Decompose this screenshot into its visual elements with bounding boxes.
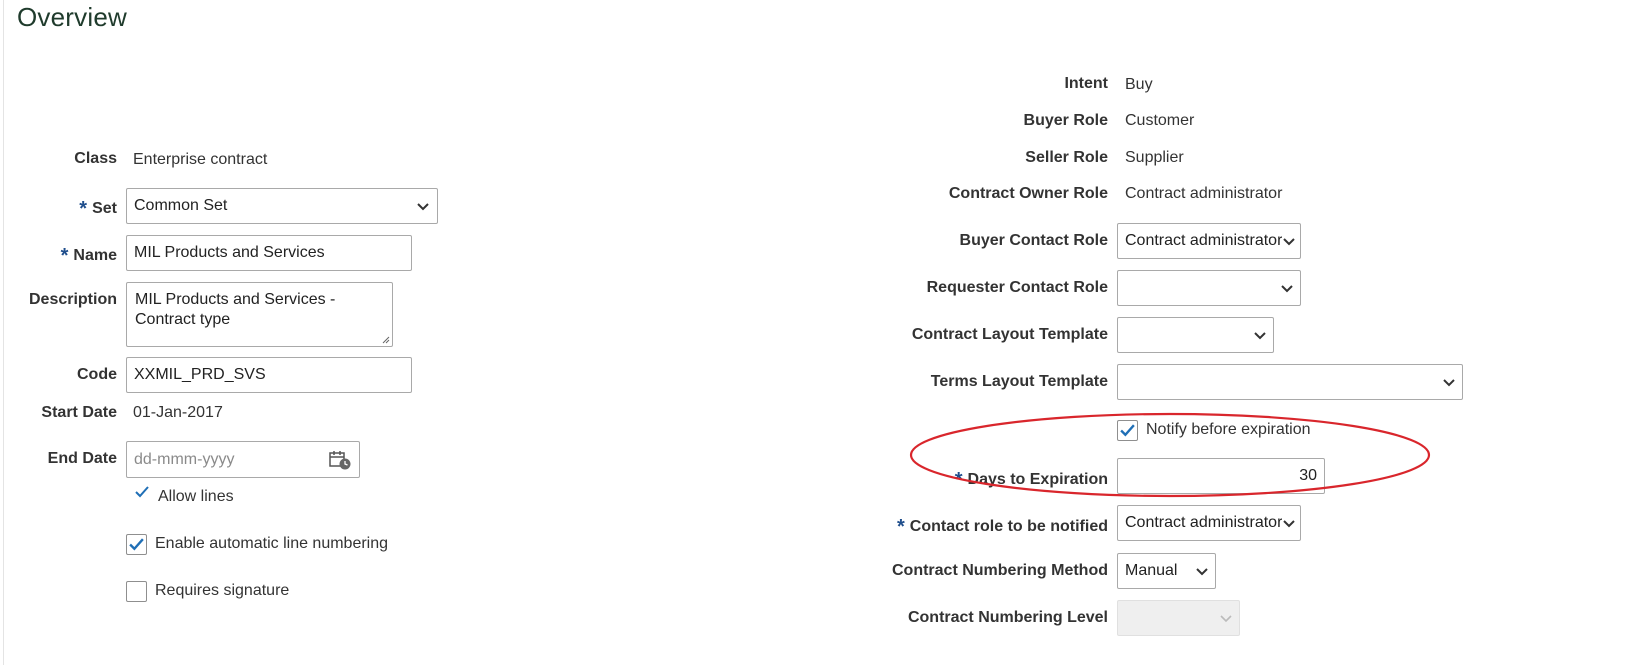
code-label: Code	[77, 366, 117, 383]
set-select[interactable]: Common Set	[126, 188, 438, 224]
contract-layout-template-label: Contract Layout Template	[911, 326, 1108, 343]
checkmark-icon	[129, 538, 144, 551]
description-label: Description	[28, 291, 117, 308]
buyer-contact-role-label: Buyer Contact Role	[959, 232, 1108, 249]
seller-role-label: Seller Role	[1025, 149, 1108, 166]
chevron-down-icon	[1282, 234, 1296, 248]
terms-layout-template-select[interactable]	[1117, 364, 1463, 400]
chevron-down-icon	[1253, 328, 1267, 342]
checkmark-icon	[134, 484, 150, 505]
requester-contact-role-label: Requester Contact Role	[926, 279, 1108, 296]
buyer-role-label: Buyer Role	[1023, 112, 1108, 129]
days-to-expiration-input[interactable]: 30	[1117, 458, 1325, 494]
end-date-label: End Date	[47, 450, 117, 467]
class-value: Enterprise contract	[133, 151, 268, 168]
notify-before-expiration-checkbox[interactable]	[1117, 420, 1138, 441]
name-label: * Name	[60, 245, 117, 267]
chevron-down-icon	[1219, 611, 1233, 625]
chevron-down-icon	[1442, 375, 1456, 389]
chevron-down-icon	[1195, 564, 1209, 578]
description-text: MIL Products and Services - Contract typ…	[135, 291, 336, 328]
checkmark-icon	[1120, 424, 1135, 437]
chevron-down-icon	[1280, 281, 1294, 295]
intent-value: Buy	[1125, 76, 1153, 93]
set-select-value: Common Set	[134, 197, 228, 214]
contract-owner-role-label: Contract Owner Role	[948, 185, 1108, 202]
buyer-contact-role-select[interactable]: Contract administrator	[1117, 223, 1301, 259]
calendar-icon[interactable]	[328, 449, 352, 471]
requires-signature-label: Requires signature	[155, 582, 290, 599]
requires-signature-checkbox[interactable]	[126, 581, 147, 602]
end-date-input[interactable]: dd-mmm-yyyy	[126, 441, 360, 478]
contact-role-notified-select[interactable]: Contract administrator	[1117, 505, 1301, 541]
numbering-level-label: Contract Numbering Level	[907, 609, 1108, 626]
numbering-method-label: Contract Numbering Method	[892, 562, 1108, 579]
chevron-down-icon	[1282, 516, 1296, 530]
allow-lines-label: Allow lines	[158, 488, 234, 505]
contact-role-notified-label: * Contact role to be notified	[896, 516, 1108, 538]
code-input[interactable]: XXMIL_PRD_SVS	[126, 357, 412, 393]
contract-owner-role-value: Contract administrator	[1125, 185, 1283, 202]
set-label: * Set	[79, 198, 117, 220]
name-input[interactable]: MIL Products and Services	[126, 235, 412, 271]
buyer-contact-role-value: Contract administrator	[1125, 232, 1282, 249]
numbering-method-select[interactable]: Manual	[1117, 553, 1216, 589]
numbering-method-value: Manual	[1125, 562, 1178, 579]
class-label: Class	[74, 150, 117, 167]
left-border	[3, 0, 4, 665]
notify-before-expiration-label: Notify before expiration	[1146, 421, 1311, 438]
contact-role-notified-value: Contract administrator	[1125, 514, 1282, 531]
auto-line-numbering-checkbox[interactable]	[126, 534, 147, 555]
terms-layout-template-label: Terms Layout Template	[930, 373, 1108, 390]
chevron-down-icon	[416, 199, 430, 213]
end-date-placeholder: dd-mmm-yyyy	[134, 450, 235, 468]
start-date-value: 01-Jan-2017	[133, 404, 223, 421]
page-title: Overview	[17, 2, 127, 32]
intent-label: Intent	[1064, 75, 1108, 92]
seller-role-value: Supplier	[1125, 149, 1184, 166]
resize-grip-icon[interactable]	[381, 335, 390, 344]
auto-line-numbering-label: Enable automatic line numbering	[155, 535, 389, 552]
numbering-level-select	[1117, 600, 1240, 636]
buyer-role-value: Customer	[1125, 112, 1195, 129]
days-to-expiration-label: * Days to Expiration	[954, 469, 1108, 491]
requester-contact-role-select[interactable]	[1117, 270, 1301, 306]
description-textarea[interactable]: MIL Products and Services - Contract typ…	[126, 282, 393, 347]
start-date-label: Start Date	[41, 404, 117, 421]
contract-layout-template-select[interactable]	[1117, 317, 1274, 353]
